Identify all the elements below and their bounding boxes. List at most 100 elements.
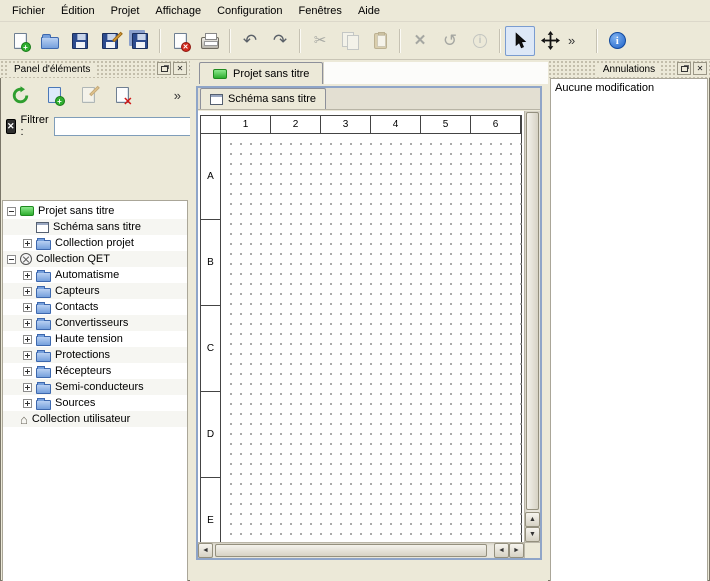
tree-item-contacts[interactable]: Contacts (3, 299, 187, 315)
save-all-button[interactable] (125, 26, 155, 56)
save-as-button[interactable] (95, 26, 125, 56)
close-project-button[interactable]: ✕ (165, 26, 195, 56)
printer-icon (201, 37, 219, 49)
folder-icon (36, 272, 51, 282)
toolbar-separator (596, 29, 598, 53)
print-button[interactable] (195, 26, 225, 56)
expand-expander-icon[interactable] (23, 271, 32, 280)
paste-button[interactable] (365, 26, 395, 56)
toolbar-overflow-button[interactable]: » (565, 33, 578, 48)
panel-overflow-button[interactable]: » (171, 88, 184, 103)
expand-expander-icon[interactable] (23, 239, 32, 248)
folder-icon (36, 400, 51, 410)
horizontal-scrollbar-thumb[interactable] (215, 544, 487, 557)
toolbar-separator (399, 29, 401, 53)
scroll-right-button[interactable]: ► (509, 543, 524, 558)
tab-projet-sans-titre[interactable]: Projet sans titre (199, 62, 323, 84)
menu-projet[interactable]: Projet (103, 2, 148, 20)
about-button[interactable]: i (602, 26, 632, 56)
vertical-scrollbar-thumb[interactable] (526, 112, 539, 510)
float-panel-button[interactable] (157, 62, 171, 75)
expand-expander-icon[interactable] (23, 399, 32, 408)
select-tool-button[interactable] (505, 26, 535, 56)
scrollbar-corner (524, 542, 540, 558)
expand-expander-icon[interactable] (23, 351, 32, 360)
undo-panel-header: Annulations ✕ (548, 60, 710, 78)
move-tool-button[interactable] (535, 26, 565, 56)
expand-expander-icon[interactable] (23, 319, 32, 328)
menu-affichage[interactable]: Affichage (147, 2, 209, 20)
delete-button[interactable]: ✕ (405, 26, 435, 56)
tree-item-schema[interactable]: Schéma sans titre (3, 219, 187, 235)
column-ruler: 1 2 3 4 5 6 (221, 116, 521, 134)
collapse-expander-icon[interactable] (7, 255, 16, 264)
expand-expander-icon[interactable] (23, 383, 32, 392)
tree-item-automatisme[interactable]: Automatisme (3, 267, 187, 283)
collapse-expander-icon[interactable] (7, 207, 16, 216)
expand-expander-icon[interactable] (23, 287, 32, 296)
mdi-area: Schéma sans titre 1 2 3 4 5 (190, 84, 548, 581)
scroll-left-button[interactable]: ◄ (198, 543, 213, 558)
delete-element-button[interactable]: ✕ (108, 81, 136, 109)
redo-button[interactable]: ↷ (265, 26, 295, 56)
reload-collections-button[interactable] (6, 81, 34, 109)
filter-input[interactable] (54, 117, 204, 136)
float-panel-button[interactable] (677, 62, 691, 75)
horizontal-scrollbar[interactable]: ◄ ◄ ► (198, 542, 524, 558)
undo-list-item[interactable]: Aucune modification (551, 79, 707, 97)
schema-grid-canvas[interactable] (222, 135, 522, 558)
menu-fenetres[interactable]: Fenêtres (291, 2, 350, 20)
menu-configuration[interactable]: Configuration (209, 2, 290, 20)
filter-label: Filtrer : (21, 114, 49, 138)
tree-item-protections[interactable]: Protections (3, 347, 187, 363)
scroll-left-button[interactable]: ◄ (494, 543, 509, 558)
scroll-down-button[interactable]: ▼ (525, 527, 540, 542)
tree-item-recepteurs[interactable]: Récepteurs (3, 363, 187, 379)
tree-item-haute-tension[interactable]: Haute tension (3, 331, 187, 347)
row-label: D (201, 392, 221, 478)
clear-filter-button[interactable]: ✕ (6, 119, 16, 134)
qet-collection-icon (20, 253, 32, 265)
vertical-scrollbar[interactable]: ▲ ▼ (524, 111, 540, 542)
tree-item-sources[interactable]: Sources (3, 395, 187, 411)
schema-window: Schéma sans titre 1 2 3 4 5 (196, 86, 542, 560)
rotate-button[interactable]: ↺ (435, 26, 465, 56)
tree-item-capteurs[interactable]: Capteurs (3, 283, 187, 299)
undo-button[interactable]: ↶ (235, 26, 265, 56)
tree-item-collection-qet[interactable]: Collection QET (3, 251, 187, 267)
open-folder-icon (41, 37, 59, 49)
folder-icon (36, 368, 51, 378)
cut-icon: ✂ (314, 33, 327, 48)
schema-icon (210, 94, 223, 105)
edit-element-button[interactable] (74, 81, 102, 109)
schema-sheet: 1 2 3 4 5 6 A B C D (200, 115, 522, 558)
save-button[interactable] (65, 26, 95, 56)
scroll-up-button[interactable]: ▲ (525, 512, 540, 527)
tree-item-collection-projet[interactable]: Collection projet (3, 235, 187, 251)
toolbar-separator (299, 29, 301, 53)
expand-expander-icon[interactable] (23, 367, 32, 376)
open-project-button[interactable] (35, 26, 65, 56)
collections-tree: Projet sans titre Schéma sans titre Coll… (2, 200, 188, 581)
menu-edition[interactable]: Édition (53, 2, 103, 20)
close-panel-button[interactable]: ✕ (693, 62, 707, 75)
cut-button[interactable]: ✂ (305, 26, 335, 56)
menu-aide[interactable]: Aide (350, 2, 388, 20)
tab-schema-sans-titre[interactable]: Schéma sans titre (200, 88, 326, 109)
element-info-button[interactable]: i (465, 26, 495, 56)
menu-fichier[interactable]: Fichier (4, 2, 53, 20)
expand-expander-icon[interactable] (23, 335, 32, 344)
arrow-left-icon: ◄ (498, 547, 505, 554)
new-element-button[interactable]: + (40, 81, 68, 109)
new-document-icon: + (14, 33, 27, 49)
copy-button[interactable] (335, 26, 365, 56)
new-document-button[interactable]: + (5, 26, 35, 56)
tree-item-collection-utilisateur[interactable]: ⌂ Collection utilisateur (3, 411, 187, 427)
close-panel-button[interactable]: ✕ (173, 62, 187, 75)
tree-item-convertisseurs[interactable]: Convertisseurs (3, 315, 187, 331)
tree-item-label: Protections (55, 349, 110, 361)
expand-expander-icon[interactable] (23, 303, 32, 312)
folder-icon (36, 288, 51, 298)
tree-item-semi-conducteurs[interactable]: Semi-conducteurs (3, 379, 187, 395)
tree-item-project[interactable]: Projet sans titre (3, 203, 187, 219)
